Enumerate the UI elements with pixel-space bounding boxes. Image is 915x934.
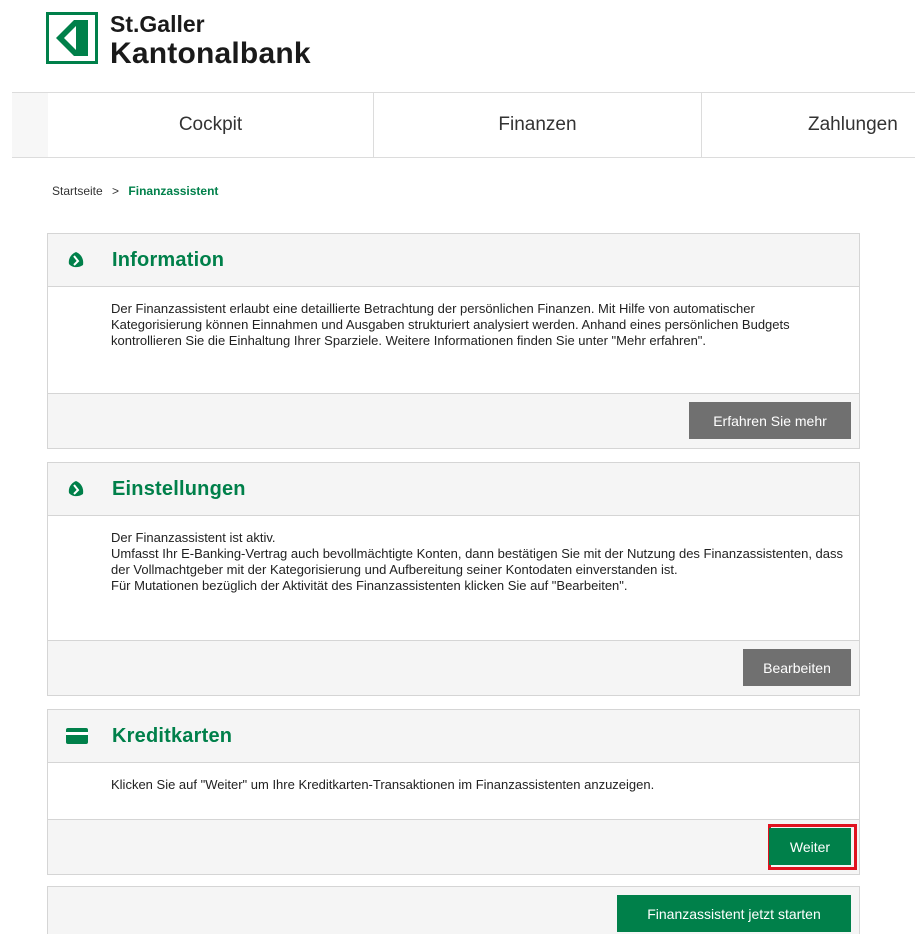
creditcards-panel: Kreditkarten Klicken Sie auf "Weiter" um… xyxy=(47,709,860,875)
information-panel: Information Der Finanzassistent erlaubt … xyxy=(47,233,860,449)
nav-left-spacer xyxy=(12,93,49,157)
information-text: Der Finanzassistent erlaubt eine detaill… xyxy=(111,301,790,348)
edit-button[interactable]: Bearbeiten xyxy=(743,649,851,686)
creditcards-panel-header: Kreditkarten xyxy=(48,710,859,763)
breadcrumb-current: Finanzassistent xyxy=(128,184,219,198)
logo-line1: St.Galler xyxy=(110,11,205,37)
nav-tab-zahlungen[interactable]: Zahlungen xyxy=(702,93,915,157)
settings-leaf-icon xyxy=(66,479,92,499)
logo-line2: Kantonalbank xyxy=(110,37,311,70)
settings-line-1: Der Finanzassistent ist aktiv. xyxy=(111,530,276,545)
settings-line-2: Umfasst Ihr E-Banking-Vertrag auch bevol… xyxy=(111,546,844,577)
settings-footer: Bearbeiten xyxy=(48,640,859,695)
continue-button[interactable]: Weiter xyxy=(769,828,851,865)
start-panel: Finanzassistent jetzt starten xyxy=(47,886,860,934)
breadcrumb: Startseite > Finanzassistent xyxy=(52,184,218,198)
learn-more-button[interactable]: Erfahren Sie mehr xyxy=(689,402,851,439)
creditcards-footer: Weiter xyxy=(48,819,859,874)
settings-panel: Einstellungen Der Finanzassistent ist ak… xyxy=(47,462,860,696)
nav-tab-finanzen[interactable]: Finanzen xyxy=(374,93,702,157)
settings-title: Einstellungen xyxy=(112,477,246,500)
settings-body: Der Finanzassistent ist aktiv. Umfasst I… xyxy=(48,516,859,640)
logo-mark-icon xyxy=(46,12,98,64)
breadcrumb-home[interactable]: Startseite xyxy=(52,184,103,198)
creditcards-text: Klicken Sie auf "Weiter" um Ihre Kreditk… xyxy=(111,777,655,792)
nav-tab-cockpit[interactable]: Cockpit xyxy=(48,93,374,157)
bank-logo[interactable]: St.Galler Kantonalbank xyxy=(46,12,311,69)
information-footer: Erfahren Sie mehr xyxy=(48,393,859,448)
breadcrumb-separator: > xyxy=(112,184,120,198)
start-finance-assistant-button[interactable]: Finanzassistent jetzt starten xyxy=(617,895,851,932)
logo-text: St.Galler Kantonalbank xyxy=(110,12,311,69)
settings-line-3: Für Mutationen bezüglich der Aktivität d… xyxy=(111,578,628,593)
creditcards-body: Klicken Sie auf "Weiter" um Ihre Kreditk… xyxy=(48,763,859,819)
information-body: Der Finanzassistent erlaubt eine detaill… xyxy=(48,287,859,393)
creditcards-title: Kreditkarten xyxy=(112,724,233,747)
settings-panel-header: Einstellungen xyxy=(48,463,859,516)
information-title: Information xyxy=(112,248,225,271)
info-leaf-icon xyxy=(66,250,92,270)
information-panel-header: Information xyxy=(48,234,859,287)
main-navigation: Cockpit Finanzen Zahlungen xyxy=(12,92,915,158)
credit-card-icon xyxy=(66,726,92,746)
